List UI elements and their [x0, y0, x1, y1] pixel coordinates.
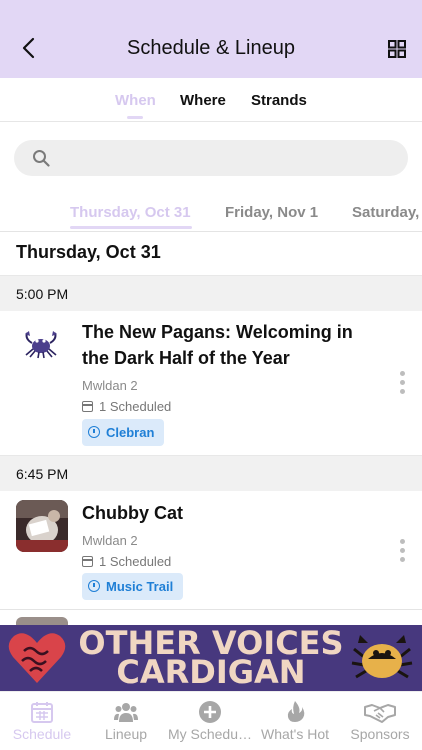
calendar-icon	[82, 556, 93, 567]
page-title: Schedule & Lineup	[127, 37, 295, 59]
crab-icon	[25, 331, 57, 359]
info-icon	[88, 426, 100, 438]
more-options-icon[interactable]	[398, 539, 406, 565]
info-icon	[88, 580, 100, 592]
search-icon	[33, 150, 50, 167]
banner-title-line2: CARDIGAN	[116, 653, 306, 691]
date-tab-thursday[interactable]: Thursday, Oct 31	[70, 204, 191, 221]
day-header: Thursday, Oct 31	[16, 242, 161, 262]
heart-logo-icon	[8, 633, 66, 683]
calendar-icon	[31, 702, 53, 723]
scheduled-count-label: 1 Scheduled	[99, 554, 172, 569]
bottom-navigation: Schedule Lineup My Schedu… What's Hot Sp…	[0, 691, 422, 750]
event-title[interactable]: The New Pagans: Welcoming in the Dark Ha…	[82, 319, 372, 371]
date-tab-saturday[interactable]: Saturday,	[352, 204, 419, 221]
nav-label: My Schedu…	[167, 726, 253, 742]
date-tabs: Thursday, Oct 31 Friday, Nov 1 Saturday,	[0, 190, 422, 232]
event-card[interactable]: The New Pagans: Welcoming in the Dark Ha…	[0, 311, 422, 454]
time-label: 5:00 PM	[16, 286, 69, 302]
grid-view-icon[interactable]	[388, 40, 406, 58]
strand-tag-label: Clebran	[106, 425, 155, 440]
people-icon	[114, 703, 138, 722]
calendar-icon	[82, 401, 93, 412]
sponsor-banner[interactable]: OTHER VOICES CARDIGAN	[0, 625, 422, 691]
strand-tag[interactable]: Clebran	[82, 419, 165, 446]
artist-photo	[16, 500, 68, 552]
tab-when[interactable]: When	[115, 92, 156, 109]
nav-schedule[interactable]: Schedule	[0, 692, 84, 750]
time-label: 6:45 PM	[16, 466, 69, 482]
event-card[interactable]: Chubby Cat Mwldan 2 1 Scheduled Music Tr…	[0, 491, 422, 609]
handshake-icon	[364, 704, 396, 723]
search-input[interactable]	[14, 140, 408, 176]
event-venue: Mwldan 2	[82, 533, 138, 548]
scheduled-count: 1 Scheduled	[82, 399, 171, 414]
nav-label: Lineup	[104, 726, 148, 742]
scheduled-count-label: 1 Scheduled	[99, 399, 172, 414]
nav-whats-hot[interactable]: What's Hot	[253, 692, 337, 750]
nav-sponsors[interactable]: Sponsors	[338, 692, 422, 750]
app-header: Schedule & Lineup	[0, 0, 422, 78]
nav-my-schedule[interactable]: My Schedu…	[168, 692, 252, 750]
scheduled-count: 1 Scheduled	[82, 554, 171, 569]
more-options-icon[interactable]	[398, 371, 406, 397]
nav-label: Schedule	[12, 726, 72, 742]
event-venue: Mwldan 2	[82, 378, 138, 393]
event-title[interactable]: Chubby Cat	[82, 500, 372, 526]
date-tab-friday[interactable]: Friday, Nov 1	[225, 204, 318, 221]
nav-label: Sponsors	[350, 726, 410, 742]
list-divider	[0, 609, 422, 610]
view-tabs: When Where Strands	[0, 78, 422, 122]
tab-where[interactable]: Where	[180, 92, 226, 109]
artist-photo	[16, 617, 68, 625]
active-date-indicator	[70, 226, 192, 229]
active-tab-indicator	[127, 116, 143, 119]
tab-strands[interactable]: Strands	[251, 92, 307, 109]
nav-label: What's Hot	[260, 726, 330, 742]
nav-lineup[interactable]: Lineup	[84, 692, 168, 750]
flame-icon	[287, 701, 305, 722]
time-slot-header: 6:45 PM	[0, 455, 422, 491]
strand-tag-label: Music Trail	[106, 579, 174, 594]
crab-logo-icon	[351, 635, 413, 679]
plus-circle-icon	[199, 701, 221, 723]
strand-tag[interactable]: Music Trail	[82, 573, 184, 600]
time-slot-header: 5:00 PM	[0, 275, 422, 311]
